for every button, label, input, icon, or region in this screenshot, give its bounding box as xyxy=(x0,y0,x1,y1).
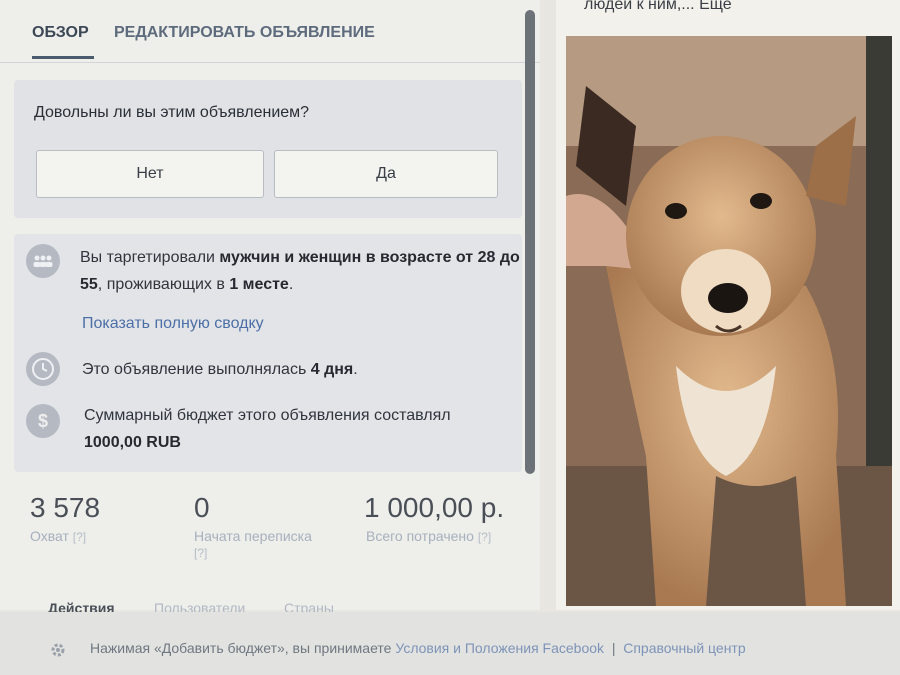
targeting-text-2: , проживающих в xyxy=(97,276,230,293)
reach-help-icon[interactable]: [?] xyxy=(73,530,86,544)
satisfaction-survey: Довольны ли вы этим объявлением? Нет Да xyxy=(14,80,522,218)
terms-link[interactable]: Условия и Положения Facebook xyxy=(395,640,604,656)
tab-overview[interactable]: ОБЗОР xyxy=(32,24,89,42)
ad-preview: людей к ним,... Еще xyxy=(556,0,900,610)
targeting-locations: 1 месте xyxy=(229,276,289,293)
reach-label: Охват [?] xyxy=(30,528,86,544)
conversations-value: 0 xyxy=(194,492,210,523)
conversations-label-text: Начата переписка xyxy=(194,528,312,544)
budget-amount: 1000,00 RUB xyxy=(84,434,181,451)
show-full-summary-link[interactable]: Показать полную сводку xyxy=(82,310,264,337)
footer-text: Нажимая «Добавить бюджет», вы принимаете xyxy=(90,640,396,656)
spent-label-text: Всего потрачено xyxy=(366,528,474,544)
spent-label: Всего потрачено [?] xyxy=(366,528,491,544)
ad-image-dog xyxy=(566,36,892,606)
no-button[interactable]: Нет xyxy=(36,150,264,198)
targeting-summary: Вы таргетировали мужчин и женщин в возра… xyxy=(80,244,520,298)
budget-summary: Суммарный бюджет этого объявления состав… xyxy=(84,402,514,456)
duration-text-2: . xyxy=(353,361,358,378)
ad-body-text: людей к ним,... Еще xyxy=(584,0,732,14)
tab-edit-ad[interactable]: РЕДАКТИРОВАТЬ ОБЪЯВЛЕНИЕ xyxy=(114,24,375,42)
spent-value: 1 000,00 р. xyxy=(364,492,505,523)
active-tab-indicator xyxy=(32,56,94,59)
gear-icon[interactable] xyxy=(50,642,66,658)
footer-separator: | xyxy=(611,640,616,656)
survey-question: Довольны ли вы этим объявлением? xyxy=(34,104,310,121)
spent-help-icon[interactable]: [?] xyxy=(478,530,491,544)
conversations-label: Начата переписка [?] xyxy=(194,528,344,560)
budget-text: Суммарный бюджет этого объявления состав… xyxy=(84,407,451,424)
conversations-help-icon[interactable]: [?] xyxy=(194,546,207,560)
divider xyxy=(0,62,540,63)
targeting-text-3: . xyxy=(288,276,294,293)
footer-terms-text: Нажимая «Добавить бюджет», вы принимаете… xyxy=(90,640,746,656)
duration-text: Это объявление выполнялась xyxy=(82,361,311,378)
reach-value: 3 578 xyxy=(30,492,101,523)
reach-label-text: Охват xyxy=(30,528,69,544)
duration-summary: Это объявление выполнялась 4 дня. xyxy=(82,356,358,383)
footer: Нажимая «Добавить бюджет», вы принимаете… xyxy=(0,612,900,675)
duration-days: 4 дня xyxy=(310,361,354,378)
yes-button[interactable]: Да xyxy=(274,150,498,198)
scrollbar[interactable] xyxy=(525,10,535,474)
targeting-text: Вы таргетировали xyxy=(80,249,220,266)
people-icon xyxy=(26,244,60,278)
ad-summary-box: Вы таргетировали мужчин и женщин в возра… xyxy=(14,234,522,472)
ad-overview-panel: ОБЗОР РЕДАКТИРОВАТЬ ОБЪЯВЛЕНИЕ Довольны … xyxy=(0,0,540,616)
clock-icon xyxy=(26,352,60,386)
ad-text-fragment: людей к ним,... xyxy=(584,0,695,13)
tab-bar: ОБЗОР РЕДАКТИРОВАТЬ ОБЪЯВЛЕНИЕ xyxy=(0,0,540,63)
dollar-icon: $ xyxy=(26,404,60,438)
see-more-link[interactable]: Еще xyxy=(699,0,732,13)
help-center-link[interactable]: Справочный центр xyxy=(623,640,745,656)
